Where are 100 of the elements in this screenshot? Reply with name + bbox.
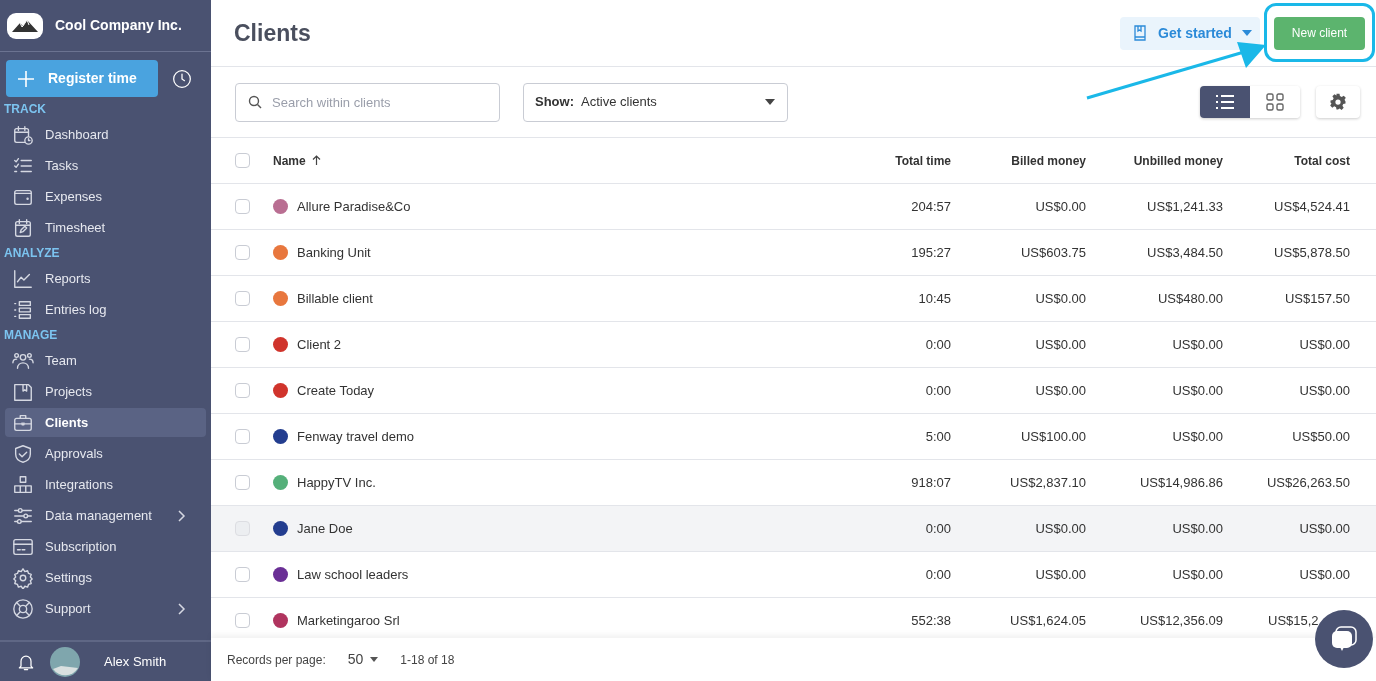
sidebar-item[interactable]: Settings xyxy=(5,563,206,592)
row-checkbox[interactable] xyxy=(235,475,250,490)
client-name[interactable]: Allure Paradise&Co xyxy=(297,196,411,217)
view-toggle-button[interactable] xyxy=(1200,86,1250,118)
table-cell: US$1,241.33 xyxy=(1147,198,1223,214)
page-title: Clients xyxy=(234,18,312,48)
records-per-page-label: Records per page: xyxy=(227,651,326,669)
client-name[interactable]: Create Today xyxy=(297,380,375,401)
client-name[interactable]: Client 2 xyxy=(297,334,342,355)
table-cell: 0:00 xyxy=(925,566,951,582)
sidebar-item[interactable]: Integrations xyxy=(5,470,206,499)
table-cell: US$4,524.41 xyxy=(1274,198,1350,214)
table-cell: 552:38 xyxy=(911,612,951,628)
column-header[interactable]: Name xyxy=(273,151,306,170)
column-header[interactable]: Total time xyxy=(895,153,951,168)
table-cell: 0:00 xyxy=(925,382,951,398)
row-checkbox[interactable] xyxy=(235,383,250,398)
client-name[interactable]: Banking Unit xyxy=(297,242,371,263)
settings-icon xyxy=(12,566,34,589)
sidebar-item[interactable]: Data management xyxy=(5,501,206,530)
sidebar-item[interactable]: Team xyxy=(5,346,206,375)
column-header[interactable]: Billed money xyxy=(1011,153,1086,168)
caret-icon xyxy=(1242,30,1252,36)
row-checkbox[interactable] xyxy=(235,291,250,306)
row-checkbox[interactable] xyxy=(235,199,250,214)
table-cell: US$100.00 xyxy=(1020,428,1086,444)
settings-icon xyxy=(1329,93,1347,111)
lifebuoy-icon xyxy=(12,597,34,620)
section-heading: MANAGE xyxy=(3,327,59,344)
table-cell: US$0.00 xyxy=(1035,566,1086,582)
client-name[interactable]: Fenway travel demo xyxy=(297,426,415,447)
table-cell: US$157.50 xyxy=(1284,290,1350,306)
sidebar-item[interactable]: Support xyxy=(5,594,206,623)
row-checkbox[interactable] xyxy=(235,337,250,352)
table-cell: 0:00 xyxy=(925,520,951,536)
plus-icon xyxy=(16,68,36,89)
sidebar-item[interactable]: Approvals xyxy=(5,439,206,468)
calendar-pen-icon xyxy=(12,216,34,239)
table-cell: US$50.00 xyxy=(1292,428,1350,444)
client-name[interactable]: Marketingaroo Srl xyxy=(297,610,400,631)
table-cell: 918:07 xyxy=(911,474,951,490)
sidebar-item[interactable]: Dashboard xyxy=(5,120,206,149)
settings-button[interactable] xyxy=(1316,86,1360,118)
shield-icon xyxy=(12,442,34,465)
record-range: 1-18 of 18 xyxy=(400,651,455,669)
table-cell: US$0.00 xyxy=(1299,382,1350,398)
sort-arrow-icon xyxy=(311,155,321,166)
table-cell: US$3,484.50 xyxy=(1147,244,1223,260)
table-cell: US$0.00 xyxy=(1035,382,1086,398)
caret-icon xyxy=(370,657,379,662)
clock-icon[interactable] xyxy=(172,68,192,89)
select-all-checkbox[interactable] xyxy=(235,153,250,168)
table-cell: US$0.00 xyxy=(1299,336,1350,352)
sidebar-item[interactable]: Projects xyxy=(5,377,206,406)
table-cell: US$1,624.05 xyxy=(1010,612,1086,628)
table-cell: US$0.00 xyxy=(1035,290,1086,306)
section-heading: ANALYZE xyxy=(3,245,61,262)
list-view-icon xyxy=(1215,94,1235,110)
sidebar-item[interactable]: Reports xyxy=(5,264,206,293)
grid-view-icon xyxy=(1266,93,1284,111)
table-cell: US$12,356.09 xyxy=(1139,612,1223,628)
table-cell: 195:27 xyxy=(911,244,951,260)
sidebar-item[interactable]: Clients xyxy=(5,408,206,437)
table-cell: 10:45 xyxy=(918,290,951,306)
sidebar-item[interactable]: Expenses xyxy=(5,182,206,211)
sidebar-item[interactable]: Entries log xyxy=(5,295,206,324)
client-name[interactable]: Billable client xyxy=(297,288,373,309)
table-cell: US$2,837.10 xyxy=(1010,474,1086,490)
table-cell: US$0.00 xyxy=(1035,520,1086,536)
table-cell: 204:57 xyxy=(911,198,951,214)
table-cell: US$14,986.86 xyxy=(1139,474,1223,490)
company-name: Cool Company Inc. xyxy=(55,16,182,35)
per-page-dropdown[interactable]: 50 xyxy=(347,649,379,670)
client-name[interactable]: Law school leaders xyxy=(297,564,409,585)
search-field[interactable]: Search within clients xyxy=(235,82,500,122)
client-name[interactable]: Jane Doe xyxy=(297,518,353,539)
chart-icon xyxy=(12,267,34,290)
sidebar-item[interactable]: Timesheet xyxy=(5,213,206,242)
row-checkbox[interactable] xyxy=(235,245,250,260)
sidebar-item[interactable]: Subscription xyxy=(5,532,206,561)
table-cell: US$15,2 xyxy=(1268,612,1319,628)
avatar[interactable] xyxy=(50,646,80,677)
table-cell: US$603.75 xyxy=(1020,244,1086,260)
row-checkbox[interactable] xyxy=(235,567,250,582)
sidebar-item[interactable]: Tasks xyxy=(5,151,206,180)
row-checkbox[interactable] xyxy=(235,429,250,444)
row-checkbox[interactable] xyxy=(235,613,250,628)
client-name[interactable]: HappyTV Inc. xyxy=(297,472,376,493)
column-header[interactable]: Unbilled money xyxy=(1133,153,1223,168)
table-cell: US$0.00 xyxy=(1299,566,1350,582)
table-cell: US$0.00 xyxy=(1172,520,1223,536)
table-row[interactable]: Jane Doe 0:00 US$0.00 US$0.00 US$0.00 xyxy=(211,506,1376,552)
column-header[interactable]: Total cost xyxy=(1294,153,1350,168)
view-toggle-button[interactable] xyxy=(1250,86,1300,118)
section-heading: TRACK xyxy=(3,101,47,118)
search-icon xyxy=(248,94,262,109)
table-cell: US$0.00 xyxy=(1172,336,1223,352)
mountain-logo-icon xyxy=(7,12,43,39)
table-cell: 0:00 xyxy=(925,336,951,352)
show-filter-dropdown[interactable]: Show: Active clients xyxy=(523,82,788,122)
